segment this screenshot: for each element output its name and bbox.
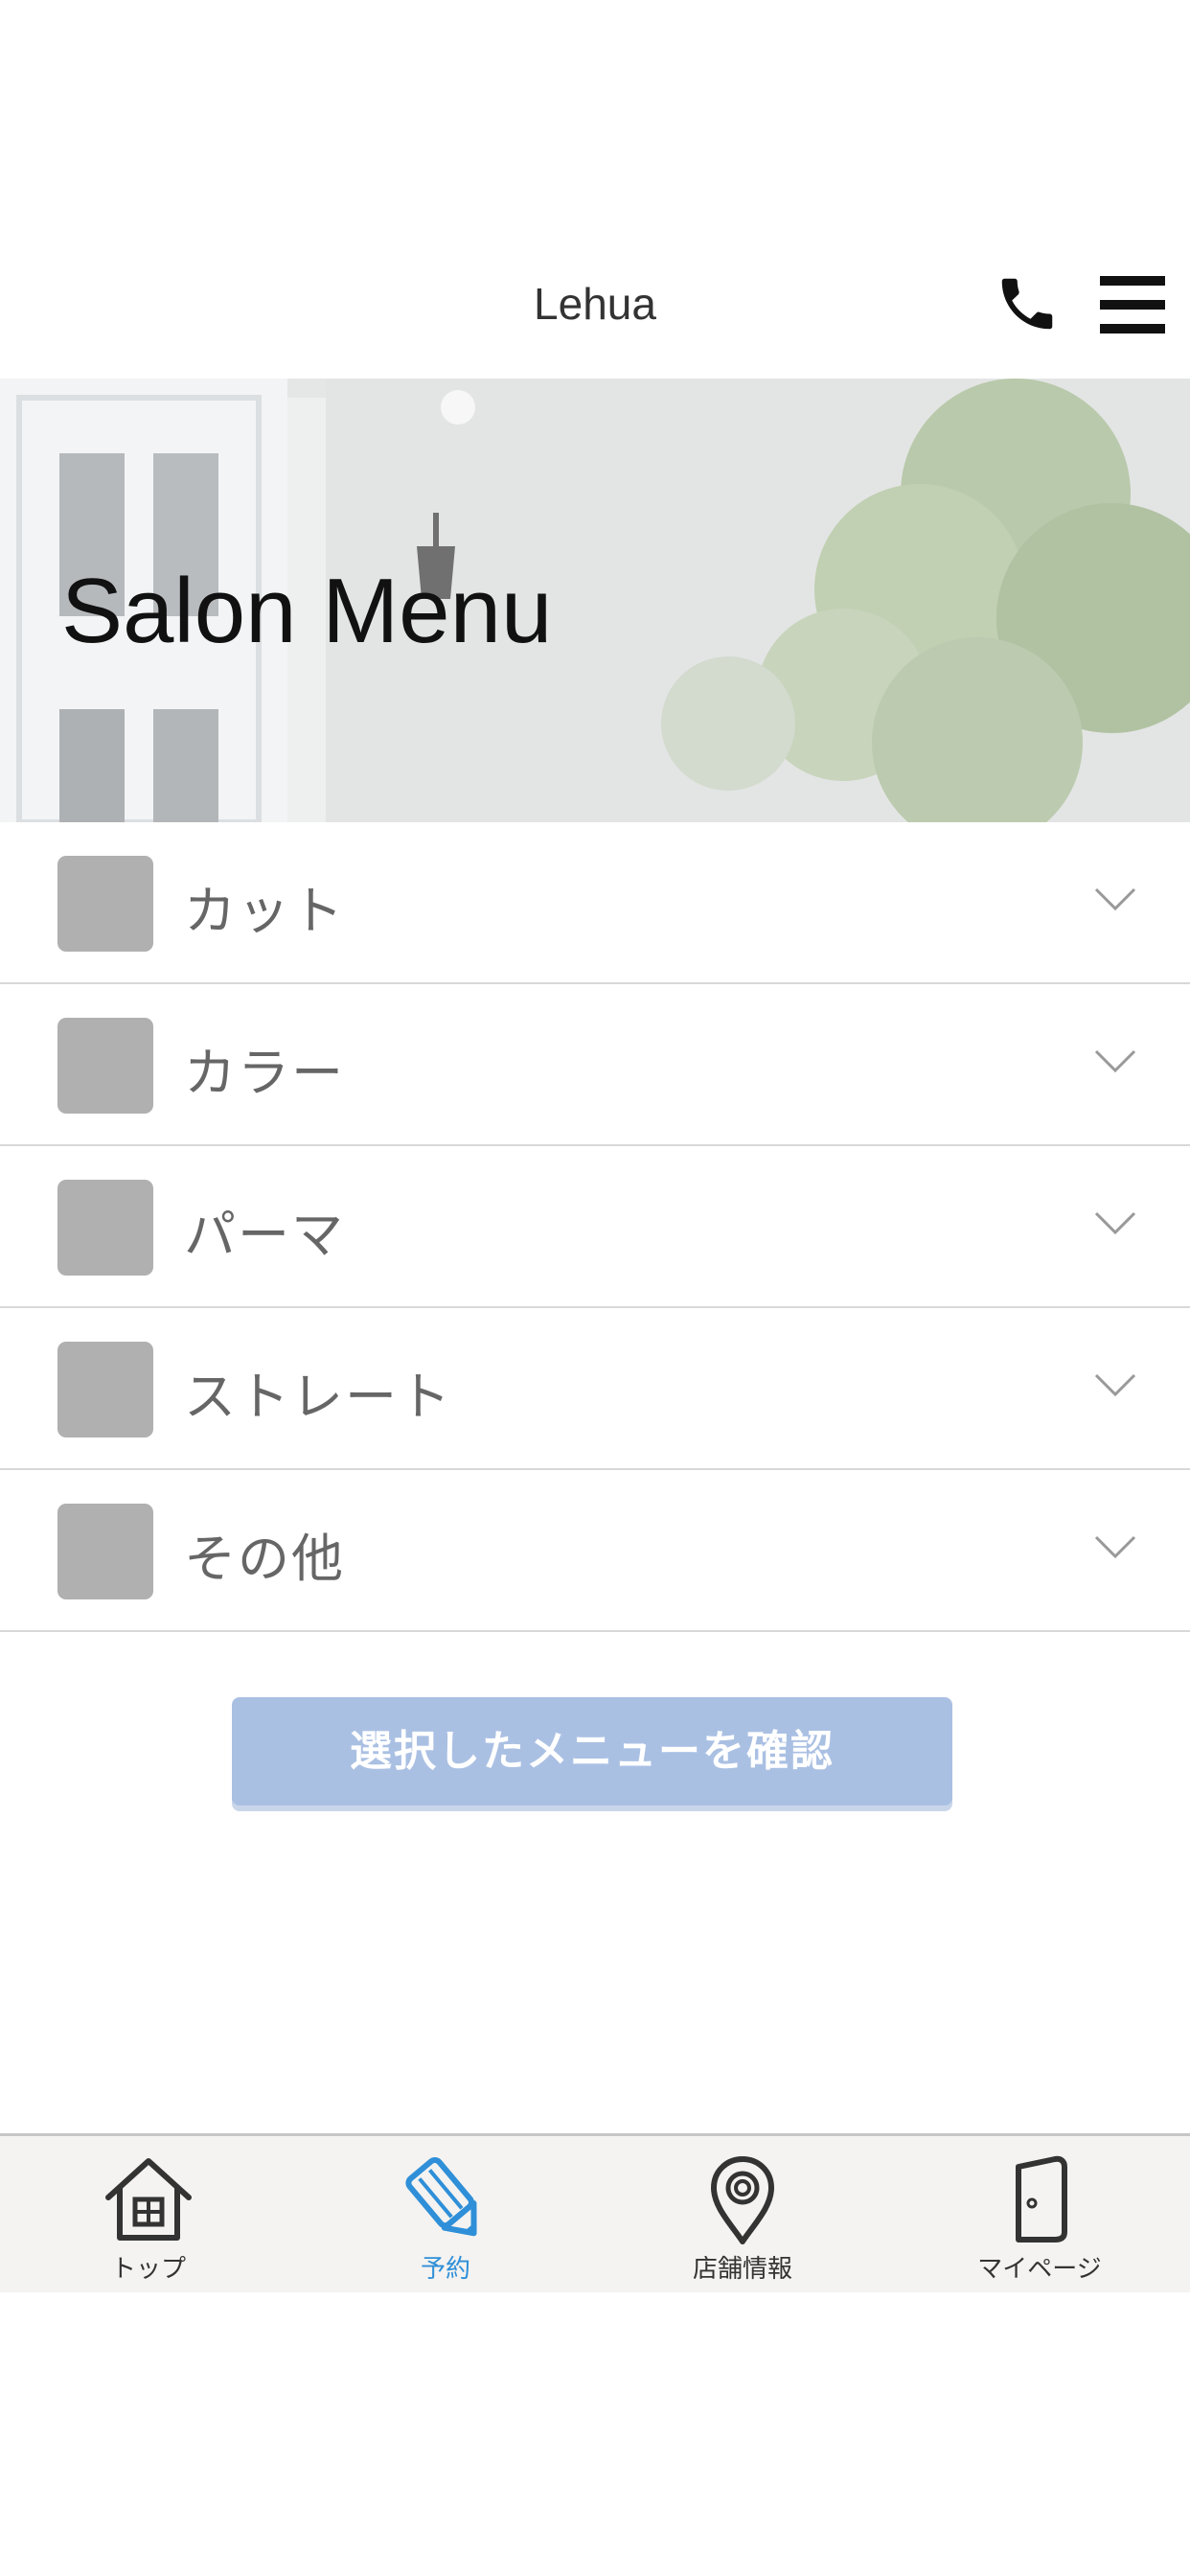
chevron-down-icon [1094, 1373, 1136, 1397]
chevron-down-icon [1094, 1211, 1136, 1235]
menu-item-color[interactable]: カラー [0, 984, 1190, 1146]
tab-label: 予約 [420, 2255, 470, 2284]
tab-top[interactable]: トップ [0, 2136, 297, 2292]
location-pin-icon [711, 2156, 774, 2244]
bottom-tab-bar: トップ 予約 店舗情報 マイページ [0, 2133, 1190, 2292]
chevron-down-icon [1094, 1049, 1136, 1073]
checkbox[interactable] [57, 1180, 153, 1276]
menu-item-label: パーマ [184, 1205, 345, 1265]
checkbox[interactable] [57, 1342, 153, 1438]
tab-label: 店舗情報 [692, 2255, 792, 2284]
phone-button[interactable] [994, 270, 1061, 337]
menu-item-label: ストレート [184, 1367, 452, 1427]
checkbox[interactable] [57, 1504, 153, 1599]
app-header: Lehua [0, 0, 1190, 379]
menu-item-label: カラー [184, 1043, 345, 1103]
chevron-down-icon [1094, 887, 1136, 911]
phone-icon [1001, 278, 1053, 330]
hamburger-menu-icon [1100, 276, 1165, 334]
menu-item-perm[interactable]: パーマ [0, 1146, 1190, 1308]
chevron-down-icon [1094, 1535, 1136, 1559]
tab-my-page[interactable]: マイページ [891, 2136, 1188, 2292]
menu-item-other[interactable]: その他 [0, 1470, 1190, 1632]
tab-label: マイページ [977, 2255, 1102, 2284]
tab-reservation[interactable]: 予約 [297, 2136, 594, 2292]
confirm-selected-menu-button[interactable]: 選択したメニューを確認 [232, 1697, 952, 1806]
menu-category-list: カット カラー パーマ ストレート その他 [0, 822, 1190, 1632]
tab-label: トップ [110, 2255, 186, 2284]
checkbox[interactable] [57, 856, 153, 952]
pencil-icon [405, 2156, 477, 2237]
menu-item-cut[interactable]: カット [0, 822, 1190, 984]
page-title: Salon Menu [61, 560, 553, 662]
door-icon [1016, 2155, 1067, 2242]
hamburger-menu-button[interactable] [1098, 274, 1167, 335]
home-icon [105, 2158, 192, 2241]
menu-item-label: その他 [184, 1529, 345, 1589]
menu-item-label: カット [184, 881, 345, 941]
checkbox[interactable] [57, 1018, 153, 1114]
tab-store-info[interactable]: 店舗情報 [594, 2136, 891, 2292]
hero-banner: Salon Menu [0, 379, 1190, 822]
menu-item-straight[interactable]: ストレート [0, 1308, 1190, 1470]
